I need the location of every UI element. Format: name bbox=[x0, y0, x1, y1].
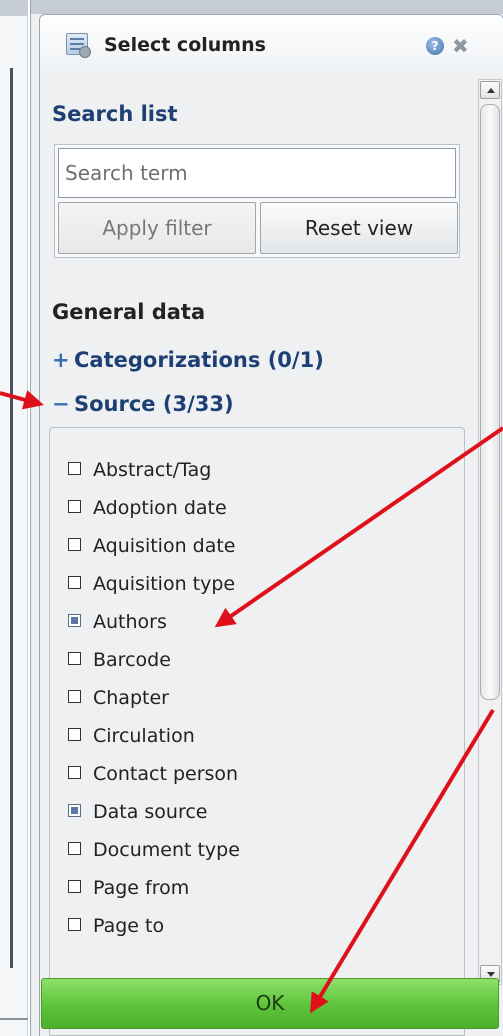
list-item[interactable]: Aquisition type bbox=[68, 573, 235, 603]
list-item-label: Chapter bbox=[93, 687, 169, 709]
list-item-label: Barcode bbox=[93, 649, 171, 671]
collapse-icon: − bbox=[52, 392, 70, 416]
expand-icon: + bbox=[52, 348, 70, 372]
categorizations-group-toggle[interactable]: + Categorizations (0/1) bbox=[52, 348, 324, 372]
checkbox[interactable] bbox=[68, 918, 81, 931]
panel-title: Select columns bbox=[104, 34, 266, 56]
general-data-heading: General data bbox=[52, 300, 206, 324]
source-column-list: Abstract/Tag Adoption date Aquisition da… bbox=[49, 427, 465, 1036]
background-panel bbox=[0, 0, 28, 1036]
checkbox[interactable] bbox=[68, 880, 81, 893]
reset-view-button[interactable]: Reset view bbox=[260, 202, 458, 254]
list-item[interactable]: Authors bbox=[68, 611, 167, 641]
checkbox[interactable] bbox=[68, 614, 81, 627]
list-item-label: Data source bbox=[93, 801, 208, 823]
categorizations-label: Categorizations (0/1) bbox=[74, 348, 324, 372]
list-item[interactable]: Page to bbox=[68, 915, 164, 945]
list-item-label: Authors bbox=[93, 611, 167, 633]
background-divider-bottom bbox=[0, 1018, 28, 1020]
list-item[interactable]: Abstract/Tag bbox=[68, 459, 211, 489]
list-item[interactable]: Aquisition date bbox=[68, 535, 236, 565]
background-divider bbox=[10, 68, 13, 968]
search-list-heading: Search list bbox=[52, 102, 178, 126]
source-group-toggle[interactable]: − Source (3/33) bbox=[52, 392, 234, 416]
list-item-label: Page to bbox=[93, 915, 165, 937]
list-item[interactable]: Contact person bbox=[68, 763, 238, 793]
list-item-label: Circulation bbox=[93, 725, 195, 747]
list-item[interactable]: Barcode bbox=[68, 649, 171, 679]
list-item-label: Aquisition type bbox=[93, 573, 236, 595]
list-item-label: Page from bbox=[93, 877, 190, 899]
checkbox[interactable] bbox=[68, 842, 81, 855]
list-item[interactable]: Data source bbox=[68, 801, 208, 831]
scrollbar-thumb[interactable] bbox=[480, 104, 500, 700]
list-item[interactable]: Document type bbox=[68, 839, 240, 869]
scroll-up-button[interactable] bbox=[480, 81, 500, 99]
vertical-scrollbar[interactable] bbox=[478, 79, 502, 985]
list-item[interactable]: Adoption date bbox=[68, 497, 227, 527]
background-toolbar bbox=[0, 0, 28, 16]
select-columns-panel: Select columns ? ✖ Search list Apply fil… bbox=[30, 0, 503, 1036]
list-item-label: Aquisition date bbox=[93, 535, 236, 557]
list-item-label: Contact person bbox=[93, 763, 239, 785]
panel-top-strip bbox=[31, 0, 503, 14]
list-item-label: Document type bbox=[93, 839, 240, 861]
checkbox[interactable] bbox=[68, 500, 81, 513]
checkbox[interactable] bbox=[68, 766, 81, 779]
list-item-label: Adoption date bbox=[93, 497, 227, 519]
source-label: Source (3/33) bbox=[74, 392, 234, 416]
list-item-label: Abstract/Tag bbox=[93, 459, 212, 481]
list-item[interactable]: Chapter bbox=[68, 687, 169, 717]
list-item[interactable]: Page from bbox=[68, 877, 189, 907]
screenshot: Select columns ? ✖ Search list Apply fil… bbox=[0, 0, 503, 1036]
checkbox[interactable] bbox=[68, 576, 81, 589]
panel-body: Search list Apply filter Reset view Gene… bbox=[39, 72, 503, 1036]
ok-button[interactable]: OK bbox=[41, 978, 499, 1029]
column-settings-icon bbox=[66, 33, 91, 58]
apply-filter-button[interactable]: Apply filter bbox=[58, 202, 256, 254]
checkbox[interactable] bbox=[68, 462, 81, 475]
checkbox[interactable] bbox=[68, 538, 81, 551]
checkbox[interactable] bbox=[68, 652, 81, 665]
search-box: Apply filter Reset view bbox=[54, 144, 460, 258]
checkbox[interactable] bbox=[68, 804, 81, 817]
panel-header-tab[interactable]: Select columns ? ✖ bbox=[39, 14, 503, 72]
search-input[interactable] bbox=[58, 148, 456, 198]
checkbox[interactable] bbox=[68, 690, 81, 703]
help-icon[interactable]: ? bbox=[426, 37, 444, 55]
close-icon[interactable]: ✖ bbox=[452, 34, 469, 58]
checkbox[interactable] bbox=[68, 728, 81, 741]
list-item[interactable]: Circulation bbox=[68, 725, 195, 755]
